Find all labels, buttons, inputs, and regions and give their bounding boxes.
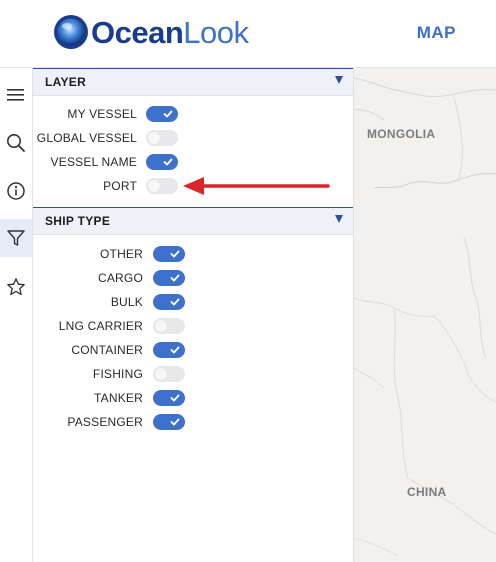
cargo-toggle[interactable] xyxy=(153,270,185,286)
annotation-arrow-icon xyxy=(183,177,330,195)
ship-type-label: OTHER xyxy=(100,247,143,261)
other-toggle[interactable] xyxy=(153,246,185,262)
check-icon xyxy=(163,158,173,166)
layer-label: GLOBAL VESSEL xyxy=(36,131,137,145)
ship-type-section-title: SHIP TYPE xyxy=(45,214,111,228)
fishing-toggle[interactable] xyxy=(153,366,185,382)
map-nav-link[interactable]: MAP xyxy=(417,23,456,43)
filter-button[interactable] xyxy=(0,219,32,257)
info-button[interactable] xyxy=(0,172,32,210)
layer-row-my-vessel: MY VESSEL xyxy=(33,104,137,124)
star-icon xyxy=(7,278,25,296)
filter-panel: LAYER MY VESSEL GLOBAL VESSEL VESSEL NAM… xyxy=(33,68,354,562)
check-icon xyxy=(170,250,180,258)
ship-type-row-bulk: BULK xyxy=(33,292,143,312)
left-icon-bar xyxy=(0,68,33,562)
globe-logo-icon xyxy=(54,15,88,49)
logo-text-ocean: Ocean xyxy=(91,14,184,50)
ship-type-row-other: OTHER xyxy=(33,244,143,264)
ship-type-section-header[interactable]: SHIP TYPE xyxy=(33,207,353,235)
ship-type-label: CONTAINER xyxy=(71,343,143,357)
search-icon xyxy=(7,134,25,152)
passenger-toggle[interactable] xyxy=(153,414,185,430)
tanker-toggle[interactable] xyxy=(153,390,185,406)
ship-type-label: TANKER xyxy=(94,391,143,405)
ship-type-row-cargo: CARGO xyxy=(33,268,143,288)
port-toggle[interactable] xyxy=(146,178,178,194)
logo-text-look: Look xyxy=(183,14,249,50)
check-icon xyxy=(170,274,180,282)
layer-row-global-vessel: GLOBAL VESSEL xyxy=(33,128,137,148)
check-icon xyxy=(163,110,173,118)
top-header: OceanLook MAP xyxy=(0,0,496,68)
lng-carrier-toggle[interactable] xyxy=(153,318,185,334)
layer-label: PORT xyxy=(103,179,137,193)
ship-type-label: BULK xyxy=(110,295,143,309)
info-icon xyxy=(7,182,25,200)
bulk-toggle[interactable] xyxy=(153,294,185,310)
search-button[interactable] xyxy=(0,124,32,162)
check-icon xyxy=(170,418,180,426)
filter-icon xyxy=(7,230,25,246)
ship-type-label: PASSENGER xyxy=(67,415,143,429)
layer-section-title: LAYER xyxy=(45,75,87,89)
layer-section-header[interactable]: LAYER xyxy=(33,68,353,96)
layer-row-port: PORT xyxy=(33,176,137,196)
check-icon xyxy=(170,298,180,306)
menu-icon xyxy=(7,89,24,101)
ship-type-label: FISHING xyxy=(92,367,143,381)
map-label-mongolia: MONGOLIA xyxy=(367,127,436,141)
ship-type-label: CARGO xyxy=(97,271,143,285)
ship-type-label: LNG CARRIER xyxy=(58,319,143,333)
vessel-name-toggle[interactable] xyxy=(146,154,178,170)
layer-label: MY VESSEL xyxy=(67,107,137,121)
menu-button[interactable] xyxy=(0,76,32,114)
oceanlook-logo[interactable]: OceanLook xyxy=(53,12,249,52)
ship-type-row-tanker: TANKER xyxy=(33,388,143,408)
ship-type-row-container: CONTAINER xyxy=(33,340,143,360)
my-vessel-toggle[interactable] xyxy=(146,106,178,122)
check-icon xyxy=(170,394,180,402)
ship-type-row-passenger: PASSENGER xyxy=(33,412,143,432)
map-label-china: CHINA xyxy=(407,485,447,499)
caret-down-icon[interactable] xyxy=(335,76,343,84)
caret-down-icon[interactable] xyxy=(335,215,343,223)
map-view[interactable]: MONGOLIA CHINA xyxy=(354,68,496,562)
layer-label: VESSEL NAME xyxy=(50,155,137,169)
layer-row-vessel-name: VESSEL NAME xyxy=(33,152,137,172)
global-vessel-toggle[interactable] xyxy=(146,130,178,146)
ship-type-row-fishing: FISHING xyxy=(33,364,143,384)
favorites-button[interactable] xyxy=(0,268,32,306)
ship-type-row-lng-carrier: LNG CARRIER xyxy=(33,316,143,336)
check-icon xyxy=(170,346,180,354)
container-toggle[interactable] xyxy=(153,342,185,358)
